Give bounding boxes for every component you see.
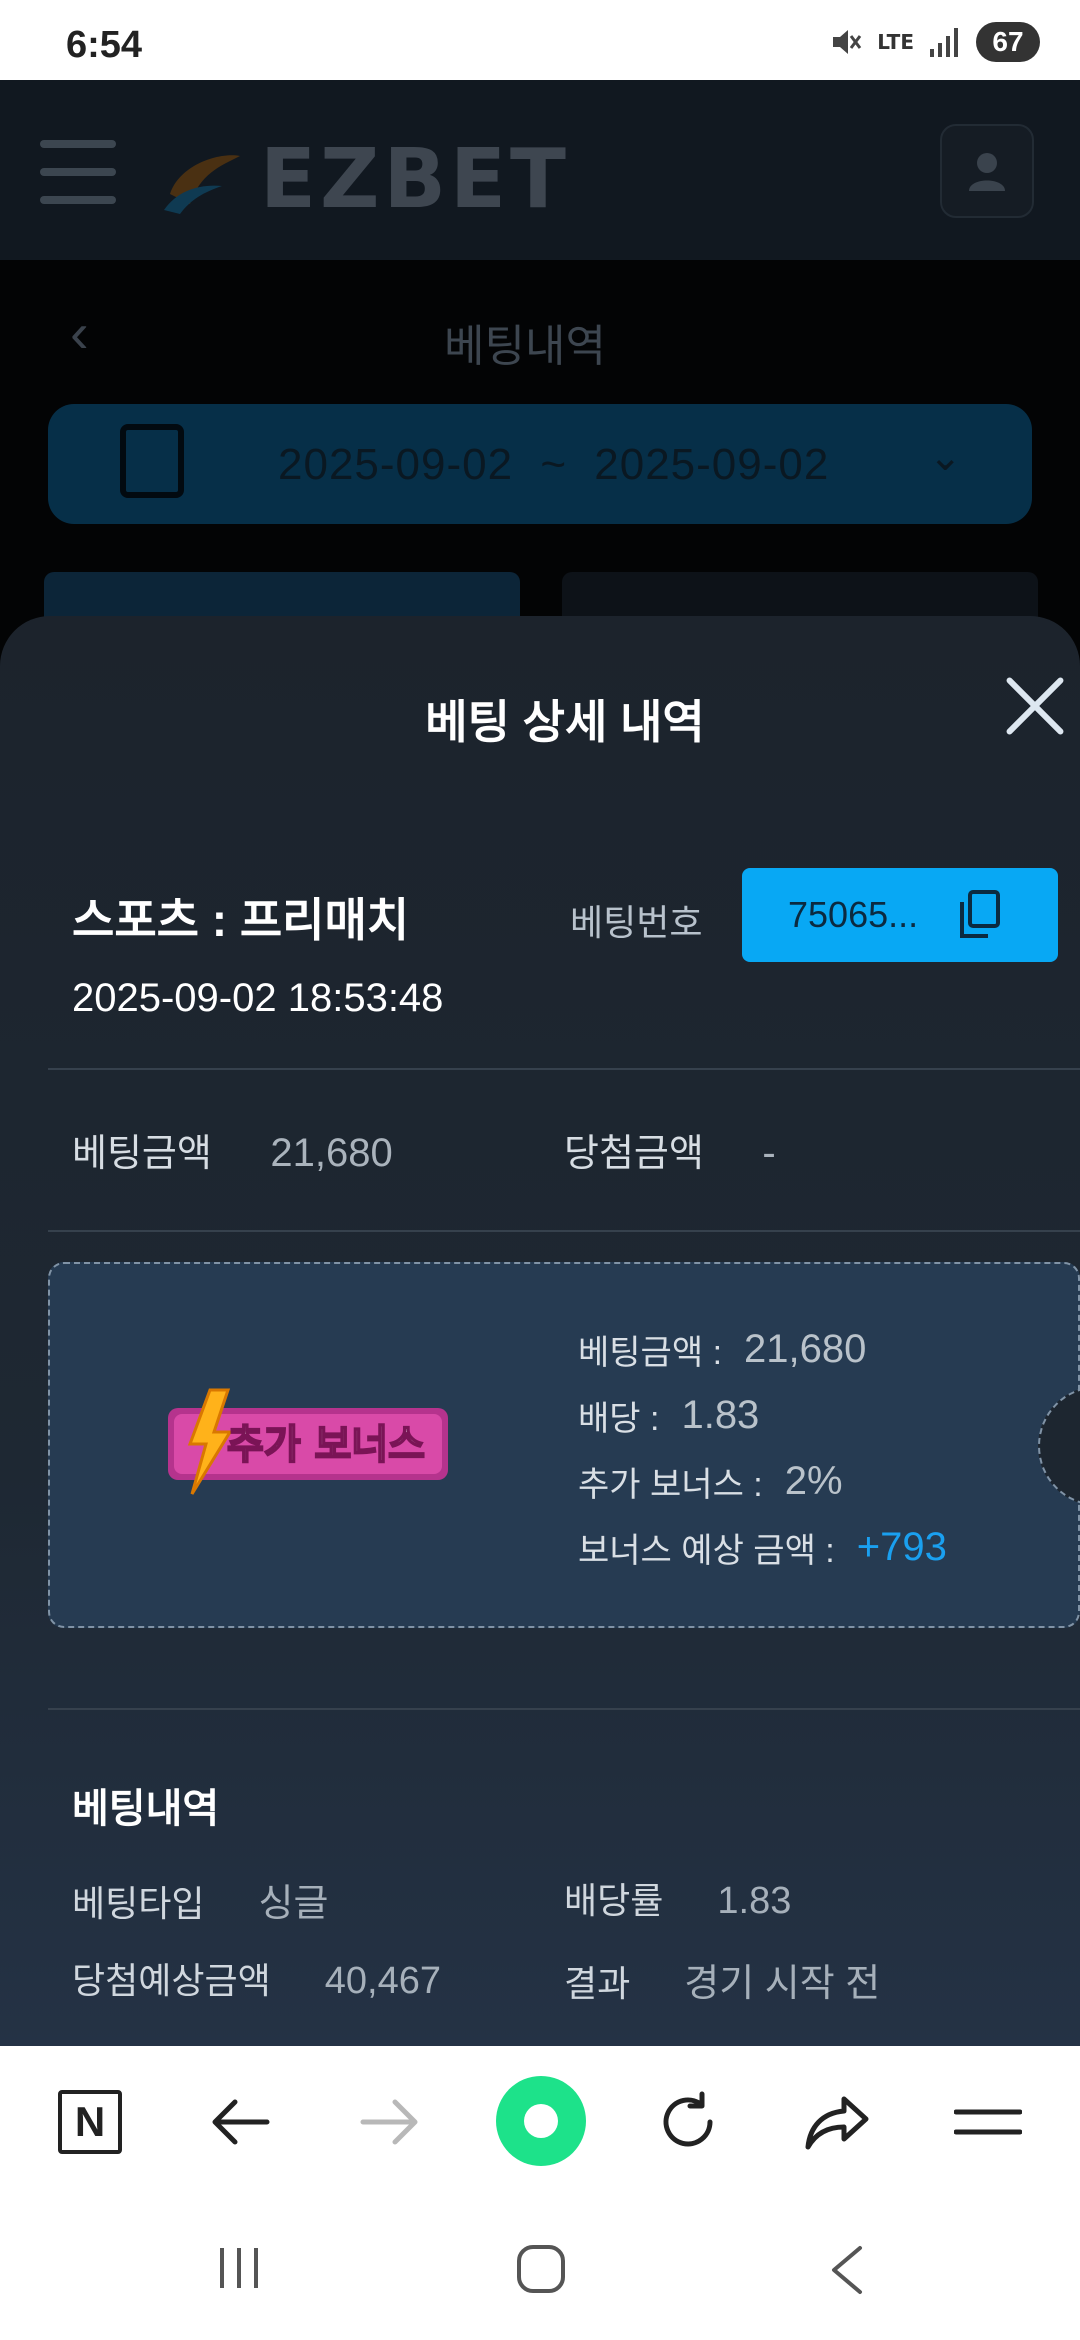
odds-rate-row: 배당률 1.83 <box>564 1872 791 1924</box>
bonus-odds-value: 1.83 <box>681 1392 760 1437</box>
bonus-badge-icon: 추가 보너스 <box>168 1388 448 1495</box>
divider <box>48 1230 1080 1232</box>
hamburger-menu-icon[interactable] <box>40 140 116 204</box>
bonus-badge-text: 추가 보너스 <box>227 1422 425 1468</box>
bonus-bet-amount-value: 21,680 <box>744 1326 867 1371</box>
arrow-left-icon <box>212 2099 270 2145</box>
refresh-button[interactable] <box>648 2086 728 2158</box>
green-dot-button[interactable] <box>496 2076 586 2166</box>
bet-amount-row: 베팅금액 21,680 <box>72 1122 393 1177</box>
divider <box>48 1068 1080 1070</box>
home-icon <box>517 2245 565 2293</box>
close-icon[interactable] <box>1000 672 1070 742</box>
recents-icon <box>220 2248 258 2288</box>
lte-icon: LTE <box>877 30 914 54</box>
bet-detail-sheet: 베팅 상세 내역 스포츠 : 프리매치 2025-09-02 18:53:48 … <box>0 616 1080 2046</box>
bet-category: 스포츠 : 프리매치 <box>72 894 410 946</box>
calendar-icon <box>120 424 184 498</box>
logo-text: EZBET <box>260 132 570 227</box>
copy-icon <box>960 890 1000 938</box>
bonus-extra-value: 2% <box>784 1458 843 1503</box>
arrow-right-icon <box>360 2099 418 2145</box>
bonus-extra-label: 추가 보너스 : <box>578 1465 763 1504</box>
back-button[interactable] <box>200 2086 280 2158</box>
mute-icon <box>833 30 862 54</box>
expected-win-row: 당첨예상금액 40,467 <box>72 1952 441 2004</box>
share-button[interactable] <box>798 2086 878 2158</box>
bet-number-value: 75065... <box>788 894 919 935</box>
app-header: EZBET <box>0 80 1080 260</box>
status-icons: LTE 67 <box>827 22 1040 62</box>
bonus-expected-value: +793 <box>856 1524 947 1569</box>
bonus-card: 추가 보너스 베팅금액 : 21,680 배당 : 1.83 추가 보너스 : … <box>48 1262 1080 1628</box>
ezbet-logo[interactable]: EZBET <box>160 132 570 227</box>
date-from: 2025-09-02 <box>278 440 514 489</box>
signal-icon <box>930 28 958 57</box>
bet-type-row: 베팅타입 싱글 <box>72 1872 328 1927</box>
date-range-picker[interactable]: 2025-09-02 ~ 2025-09-02 ⌄ <box>48 404 1032 524</box>
refresh-icon <box>663 2091 713 2147</box>
bonus-bet-amount: 베팅금액 : 21,680 <box>578 1316 947 1382</box>
system-back-button[interactable] <box>826 2244 866 2301</box>
date-range-text: 2025-09-02 ~ 2025-09-02 <box>278 440 829 490</box>
logo-mark-icon <box>164 154 240 214</box>
date-separator: ~ <box>540 440 568 489</box>
browser-toolbar: N <box>0 2046 1080 2196</box>
bet-amount-label: 베팅금액 <box>72 1133 212 1175</box>
bonus-odds: 배당 : 1.83 <box>578 1382 947 1448</box>
battery-icon: 67 <box>976 22 1040 62</box>
user-icon <box>969 153 1005 191</box>
menu-icon <box>954 2109 1022 2135</box>
result-value: 경기 시작 전 <box>684 1963 881 2005</box>
bonus-extra: 추가 보너스 : 2% <box>578 1448 947 1514</box>
share-arrow-icon <box>805 2096 869 2150</box>
win-amount-value: - <box>762 1131 776 1175</box>
expected-win-value: 40,467 <box>324 1960 441 2002</box>
menu-button[interactable] <box>948 2086 1028 2158</box>
bonus-notch <box>1038 1386 1080 1506</box>
result-label: 결과 <box>564 1963 631 2004</box>
history-section-title: 베팅내역 <box>72 1787 220 1831</box>
bonus-bet-amount-label: 베팅금액 : <box>578 1333 723 1372</box>
page-title: 베팅내역 <box>444 322 606 371</box>
win-amount-label: 당첨금액 <box>564 1133 704 1175</box>
divider <box>48 1708 1080 1710</box>
bonus-odds-label: 배당 : <box>578 1399 660 1438</box>
sheet-title: 베팅 상세 내역 <box>425 696 705 748</box>
bet-datetime: 2025-09-02 18:53:48 <box>72 976 444 1020</box>
odds-rate-value: 1.83 <box>717 1880 792 1922</box>
home-button[interactable] <box>516 2244 566 2299</box>
bet-type-value: 싱글 <box>258 1883 329 1925</box>
naver-n-icon: N <box>58 2090 122 2154</box>
date-to: 2025-09-02 <box>594 440 830 489</box>
bet-amount-value: 21,680 <box>270 1131 393 1175</box>
bet-number-copy-button[interactable]: 75065... <box>742 868 1058 962</box>
status-bar: 6:54 LTE 67 <box>0 0 1080 80</box>
odds-rate-label: 배당률 <box>564 1880 664 1921</box>
expected-win-label: 당첨예상금액 <box>72 1960 271 2001</box>
chevron-down-icon: ⌄ <box>928 435 962 479</box>
win-amount-row: 당첨금액 - <box>564 1122 776 1177</box>
bonus-expected-label: 보너스 예상 금액 : <box>578 1531 835 1570</box>
bet-type-label: 베팅타입 <box>72 1883 205 1924</box>
bonus-expected: 보너스 예상 금액 : +793 <box>578 1514 947 1580</box>
bonus-details: 베팅금액 : 21,680 배당 : 1.83 추가 보너스 : 2% 보너스 … <box>578 1316 947 1580</box>
green-dot-icon <box>524 2104 558 2138</box>
system-back-icon <box>832 2246 862 2294</box>
forward-button[interactable] <box>350 2086 430 2158</box>
recents-button[interactable] <box>214 2244 264 2297</box>
system-nav-bar <box>0 2196 1080 2340</box>
status-time: 6:54 <box>66 24 143 66</box>
naver-home-button[interactable]: N <box>50 2086 130 2158</box>
user-profile-button[interactable] <box>940 124 1034 218</box>
bet-number-label: 베팅번호 <box>570 902 703 943</box>
result-row: 결과 경기 시작 전 <box>564 1952 880 2007</box>
